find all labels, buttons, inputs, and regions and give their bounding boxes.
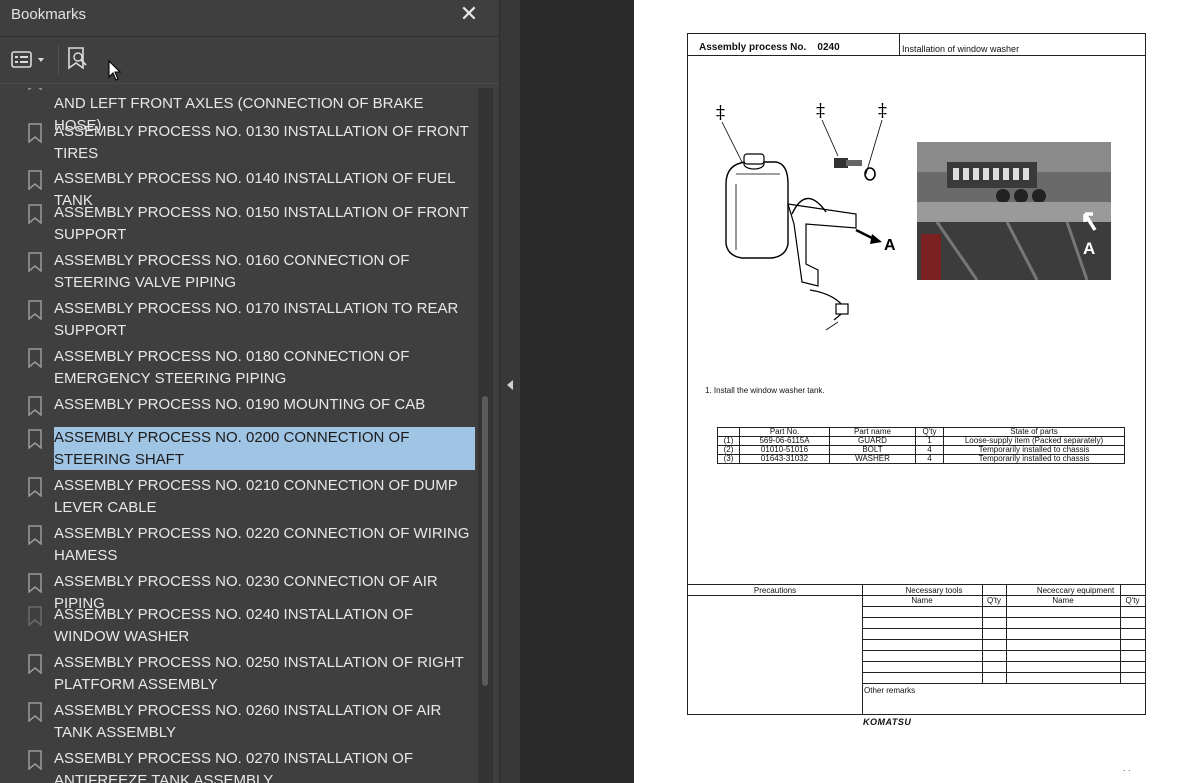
bookmark-icon xyxy=(28,252,42,272)
bookmark-icon xyxy=(28,300,42,320)
new-bookmark-button[interactable] xyxy=(66,46,90,72)
precautions-label: Precautions xyxy=(753,586,797,595)
callout-2: ‡ xyxy=(816,100,825,121)
row-line xyxy=(862,650,1145,651)
bookmark-label: ASSEMBLY PROCESS NO. 0160 CONNECTION OF … xyxy=(54,252,410,291)
cell: 01643-31032 xyxy=(739,454,830,464)
bookmark-icon xyxy=(28,573,42,593)
tools-qty-header: Q'ty xyxy=(987,596,1001,605)
necessary-equipment-label: Nececcary equipment xyxy=(1036,586,1115,595)
callout-3: ‡ xyxy=(878,100,887,121)
row-line xyxy=(862,672,1145,673)
page-frame: Assembly process No. 0240 Installation o… xyxy=(687,33,1146,715)
bookmark-icon xyxy=(28,525,42,545)
bookmark-label: ASSEMBLY PROCESS NO. 0150 INSTALLATION O… xyxy=(54,204,469,243)
page-header: Assembly process No. 0240 Installation o… xyxy=(688,34,1145,56)
washer-tank-diagram: ‡ ‡ ‡ A xyxy=(716,100,896,331)
callout-1: ‡ xyxy=(716,102,725,123)
bookmarks-panel-header: Bookmarks ✕ xyxy=(0,0,499,37)
bookmarks-list: AND LEFT FRONT AXLES (CONNECTION OF BRAK… xyxy=(0,88,478,783)
bookmark-label: ASSEMBLY PROCESS NO. 0270 INSTALLATION O… xyxy=(54,750,414,783)
equipment-name-header: Name xyxy=(1052,596,1074,605)
komatsu-logo: KOMATSU xyxy=(863,717,912,727)
row-line xyxy=(862,606,1145,607)
bookmark-label: ASSEMBLY PROCESS NO. 0130 INSTALLATION O… xyxy=(54,123,469,162)
necessary-tools-label: Necessary tools xyxy=(905,586,963,595)
bookmark-label: ASSEMBLY PROCESS NO. 0250 INSTALLATION O… xyxy=(54,654,464,693)
cell: Temporarily installed to chassis xyxy=(943,454,1125,464)
bookmark-icon xyxy=(28,654,42,674)
bookmark-icon xyxy=(28,750,42,770)
scrollbar-thumb[interactable] xyxy=(482,396,488,686)
bookmark-label: ASSEMBLY PROCESS NO. 0210 CONNECTION OF … xyxy=(54,477,458,516)
toolbar-separator xyxy=(58,46,59,74)
row-line xyxy=(862,683,1145,684)
header-divider xyxy=(899,34,900,56)
bookmark-options-icon xyxy=(11,51,44,68)
page-footer-marks: . . xyxy=(1123,763,1131,773)
row-line xyxy=(862,639,1145,640)
bookmark-icon xyxy=(28,123,42,143)
bookmark-icon xyxy=(28,606,42,626)
table-row: (3) 01643-31032 WASHER 4 Temporarily ins… xyxy=(717,454,1125,464)
close-panel-button[interactable]: ✕ xyxy=(457,2,481,26)
pdf-viewer-window: Bookmarks ✕ AND LEFT FRONT AXLES (CONNEC… xyxy=(0,0,1200,783)
bookmark-label: ASSEMBLY PROCESS NO. 0170 INSTALLATION T… xyxy=(54,300,459,339)
equipment-qty-header: Q'ty xyxy=(1125,596,1140,605)
bookmark-icon xyxy=(28,702,42,722)
new-bookmark-icon xyxy=(68,47,87,70)
bottom-info-section: Precautions Necessary tools Nececcary eq… xyxy=(688,584,1145,715)
other-remarks-label: Other remarks xyxy=(864,686,916,695)
bookmark-label: ASSEMBLY PROCESS NO. 0200 CONNECTION OF … xyxy=(54,427,475,470)
parts-table: Part No. Part name Q'ty State of parts (… xyxy=(717,427,1125,464)
cell: (3) xyxy=(717,454,740,464)
installation-photo: A xyxy=(917,142,1111,280)
installation-photo-image: A xyxy=(917,142,1111,280)
bookmark-icon xyxy=(28,429,42,449)
row-divider xyxy=(688,595,862,596)
diagram-label-a: A xyxy=(884,237,896,254)
bookmark-label: ASSEMBLY PROCESS NO. 0220 CONNECTION OF … xyxy=(54,525,470,564)
cell: WASHER xyxy=(829,454,916,464)
collapse-panel-arrow-icon[interactable] xyxy=(507,380,513,390)
bookmarks-toolbar xyxy=(0,38,499,84)
process-title: Installation of window washer xyxy=(902,44,1020,54)
cell: 4 xyxy=(915,454,944,464)
photo-label-a: A xyxy=(1083,239,1095,258)
instruction-text: 1. Install the window washer tank. xyxy=(705,386,825,395)
bookmark-icon xyxy=(28,396,42,416)
bookmark-icon xyxy=(28,204,42,224)
panel-splitter[interactable] xyxy=(499,0,519,783)
bookmark-label: ASSEMBLY PROCESS NO. 0240 INSTALLATION O… xyxy=(54,606,414,645)
bookmark-label: ASSEMBLY PROCESS NO. 0180 CONNECTION OF … xyxy=(54,348,410,387)
row-line xyxy=(862,661,1145,662)
bookmark-icon xyxy=(28,170,42,190)
tools-name-header: Name xyxy=(911,596,933,605)
bookmarks-panel: Bookmarks ✕ AND LEFT FRONT AXLES (CONNEC… xyxy=(0,0,499,783)
bookmark-icon xyxy=(28,88,42,91)
bookmarks-panel-title: Bookmarks xyxy=(11,6,87,23)
bookmark-options-button[interactable] xyxy=(10,49,50,71)
bookmark-label: ASSEMBLY PROCESS NO. 0260 INSTALLATION O… xyxy=(54,702,442,741)
assembly-process-number: Assembly process No. 0240 xyxy=(699,42,840,53)
document-page: Assembly process No. 0240 Installation o… xyxy=(634,0,1200,783)
bookmarks-scrollbar[interactable] xyxy=(478,88,493,783)
mouse-cursor-icon xyxy=(108,60,122,81)
bookmark-icon xyxy=(28,477,42,497)
bookmark-label: ASSEMBLY PROCESS NO. 0190 MOUNTING OF CA… xyxy=(54,396,426,413)
row-line xyxy=(862,617,1145,618)
row-line xyxy=(862,628,1145,629)
bookmark-icon xyxy=(28,348,42,368)
